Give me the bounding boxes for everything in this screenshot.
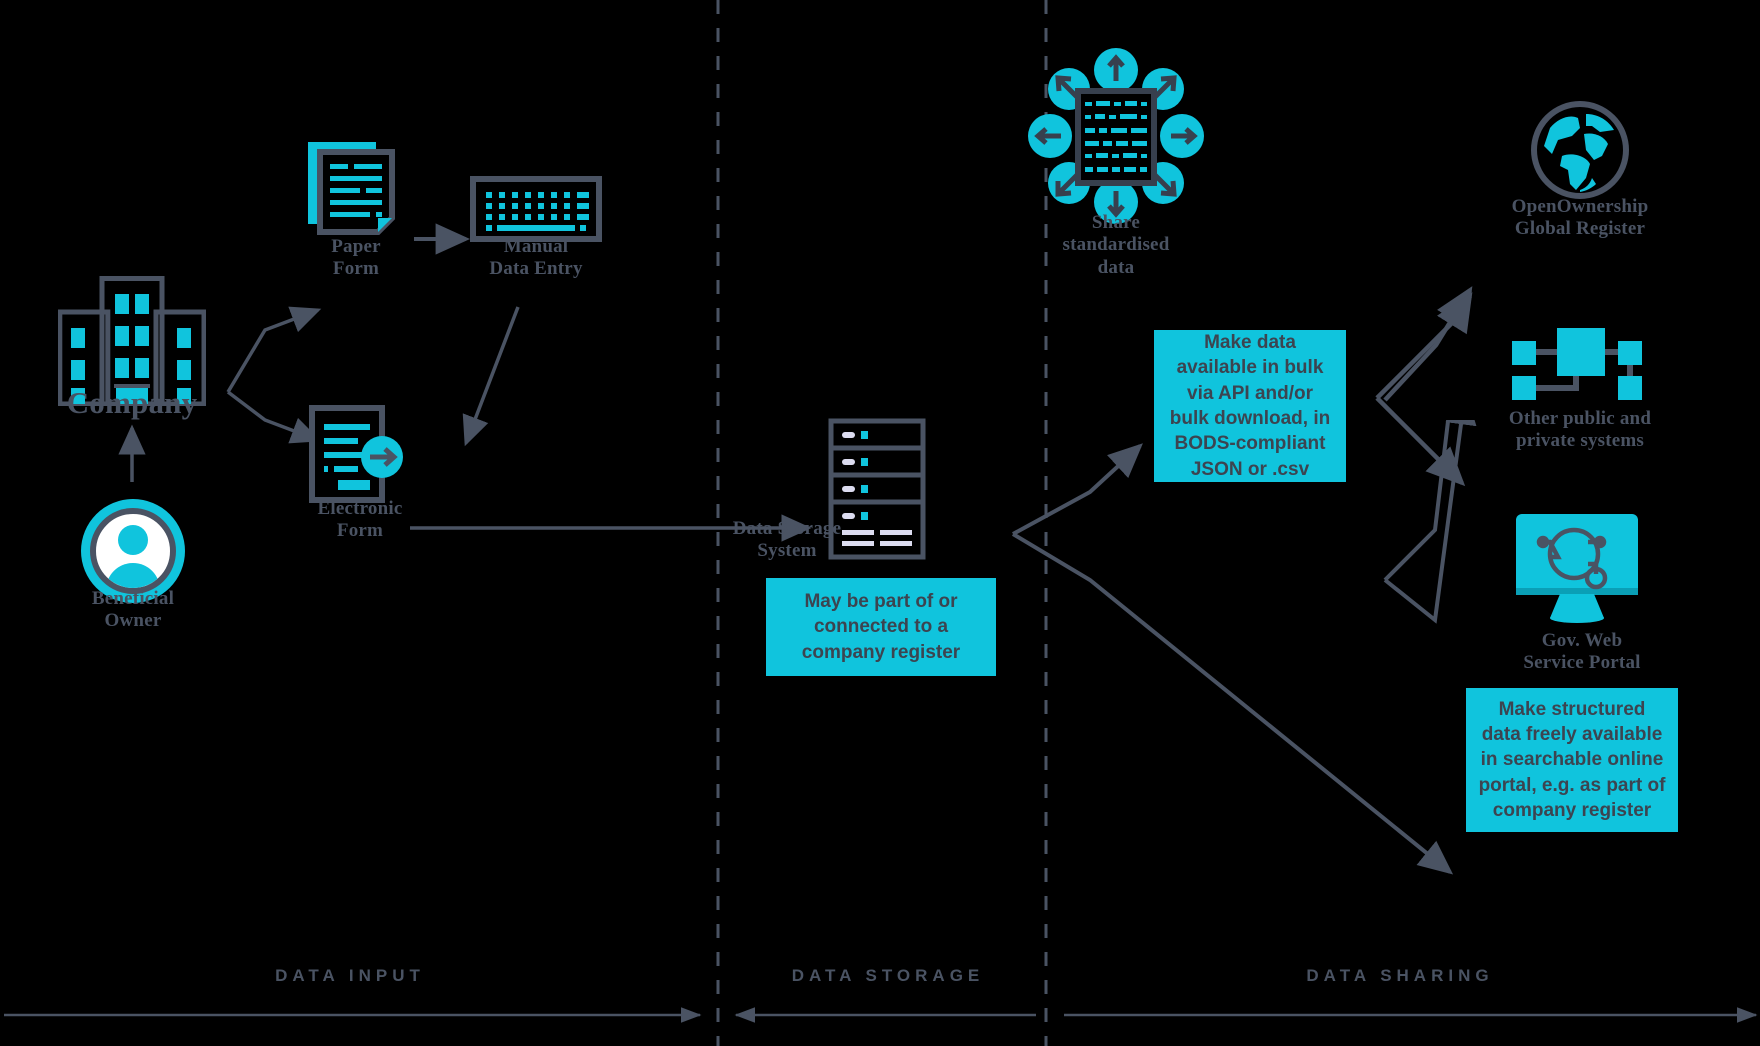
arrow-bulk-register (1375, 292, 1473, 400)
phase-label-data-storage: DATA STORAGE (791, 966, 985, 985)
phase-label-data-sharing: DATA SHARING (1306, 966, 1494, 985)
label-company: Company (66, 385, 198, 420)
paper-form-document-icon (306, 140, 406, 240)
network-nodes-icon (1500, 325, 1660, 403)
label-beneficial-owner: Beneficial Owner (91, 588, 175, 632)
callout-bulk-api: Make data available in bulk via API and/… (1154, 330, 1346, 482)
arrow-bulk-down-branch (1375, 396, 1466, 487)
electronic-form-icon (308, 404, 412, 504)
callout-portal: Make structured data freely available in… (1466, 688, 1678, 832)
label-other-systems: Other public and private systems (1508, 408, 1652, 452)
label-openownership-global-register: OpenOwnership Global Register (1511, 196, 1649, 240)
phase-label-data-input: DATA INPUT (275, 966, 425, 985)
label-data-storage-system: Data Storage System (732, 518, 842, 562)
callout-data-storage: May be part of or connected to a company… (766, 578, 996, 676)
diagram-canvas: Company Beneficial Owner Paper Form Manu… (0, 0, 1760, 1046)
label-gov-web-portal: Gov. Web Service Portal (1523, 630, 1641, 674)
globe-icon (1528, 98, 1632, 202)
keyboard-icon (470, 176, 602, 242)
label-share-standardised-data: Share standardised data (1062, 212, 1170, 278)
monitor-portal-icon (1512, 512, 1642, 624)
arrow-bulk-other-systems (1377, 387, 1465, 458)
label-manual-data-entry: Manual Data Entry (489, 236, 583, 280)
label-paper-form: Paper Form (331, 236, 381, 280)
label-electronic-form: Electronic Form (317, 498, 403, 542)
share-data-icon (1028, 48, 1204, 224)
